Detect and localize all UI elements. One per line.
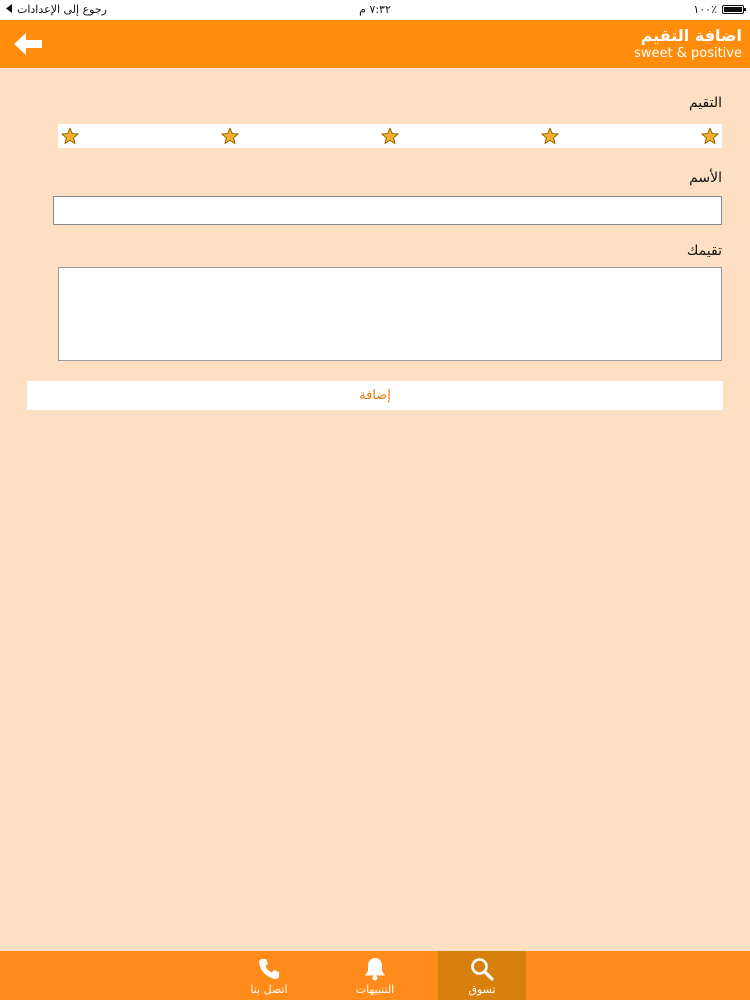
status-bar: رجوع إلى الإعدادات ٧:٣٢ م ١٠٠٪ <box>0 0 750 20</box>
rating-label: التقيم <box>688 95 722 111</box>
name-input[interactable] <box>53 196 722 225</box>
name-label: الأسم <box>689 170 722 186</box>
nav-titles: اضافة التقيم sweet & positive <box>634 27 742 63</box>
battery-icon <box>722 5 746 14</box>
tab-bar: تسوق التنبيهات اتصل بنا <box>0 951 750 1000</box>
rating-stars[interactable] <box>58 124 722 148</box>
battery-indicator: ١٠٠٪ <box>693 3 746 16</box>
tab-notifications[interactable]: التنبيهات <box>331 951 419 1000</box>
review-label: تقيمك <box>686 243 722 259</box>
add-review-button[interactable]: إضافة <box>27 381 723 410</box>
bell-icon <box>365 958 385 981</box>
arrow-left-icon <box>14 33 42 55</box>
tab-contact[interactable]: اتصل بنا <box>225 951 313 1000</box>
star-icon[interactable] <box>381 127 399 145</box>
back-button[interactable] <box>12 30 44 58</box>
star-icon[interactable] <box>541 127 559 145</box>
tab-notifications-label: التنبيهات <box>355 983 395 996</box>
tab-shop[interactable]: تسوق <box>438 951 526 1000</box>
search-icon <box>471 958 494 981</box>
battery-fill <box>724 7 742 12</box>
review-textarea[interactable] <box>58 267 722 361</box>
phone-icon <box>259 959 279 979</box>
page-title: اضافة التقيم <box>640 26 742 45</box>
star-icon[interactable] <box>61 127 79 145</box>
nav-bar: اضافة التقيم sweet & positive <box>0 20 750 68</box>
tab-contact-label: اتصل بنا <box>250 983 288 996</box>
status-time: ٧:٣٢ م <box>359 3 391 16</box>
page-subtitle: sweet & positive <box>634 46 742 61</box>
tab-shop-label: تسوق <box>468 983 496 996</box>
battery-percent: ١٠٠٪ <box>693 3 717 16</box>
star-icon[interactable] <box>701 127 719 145</box>
star-icon[interactable] <box>221 127 239 145</box>
